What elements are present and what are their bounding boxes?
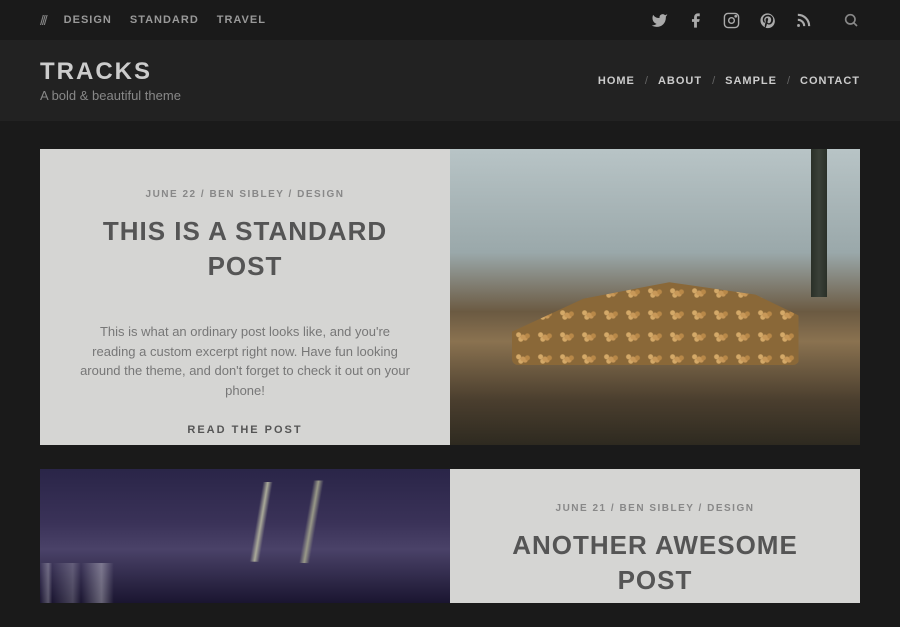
post-meta: JUNE 21 / BEN SIBLEY / DESIGN: [556, 503, 755, 514]
post-category[interactable]: DESIGN: [297, 189, 344, 200]
menu-icon[interactable]: ///: [40, 12, 46, 28]
post-text: JUNE 21 / BEN SIBLEY / DESIGN ANOTHER AW…: [450, 469, 860, 603]
post-excerpt: This is what an ordinary post looks like…: [80, 322, 410, 400]
category-link-travel[interactable]: TRAVEL: [217, 14, 266, 26]
nav-home[interactable]: HOME: [598, 75, 635, 87]
nav-about[interactable]: ABOUT: [658, 75, 702, 87]
facebook-icon[interactable]: [686, 11, 704, 29]
post-featured-image[interactable]: [40, 469, 450, 603]
meta-separator: /: [607, 503, 620, 514]
topbar-right: [650, 11, 860, 29]
meta-separator: /: [284, 189, 297, 200]
post-title[interactable]: THIS IS A STANDARD POST: [80, 214, 410, 284]
post-meta: JUNE 22 / BEN SIBLEY / DESIGN: [146, 189, 345, 200]
category-link-standard[interactable]: STANDARD: [130, 14, 199, 26]
meta-separator: /: [197, 189, 210, 200]
main-nav: HOME / ABOUT / SAMPLE / CONTACT: [598, 75, 860, 87]
post-text: JUNE 22 / BEN SIBLEY / DESIGN THIS IS A …: [40, 149, 450, 445]
pinterest-icon[interactable]: [758, 11, 776, 29]
post-title[interactable]: ANOTHER AWESOME POST: [490, 528, 820, 598]
content: JUNE 22 / BEN SIBLEY / DESIGN THIS IS A …: [0, 121, 900, 603]
site-tagline: A bold & beautiful theme: [40, 88, 181, 103]
branding: TRACKS A bold & beautiful theme: [40, 58, 181, 103]
post-author[interactable]: BEN SIBLEY: [209, 189, 284, 200]
topbar: /// DESIGN STANDARD TRAVEL: [0, 0, 900, 40]
rss-icon[interactable]: [794, 11, 812, 29]
nav-sample[interactable]: SAMPLE: [725, 75, 777, 87]
nav-separator: /: [712, 75, 715, 87]
nav-separator: /: [787, 75, 790, 87]
search-icon[interactable]: [842, 11, 860, 29]
header: TRACKS A bold & beautiful theme HOME / A…: [0, 40, 900, 121]
twitter-icon[interactable]: [650, 11, 668, 29]
post-category[interactable]: DESIGN: [707, 503, 754, 514]
post-date: JUNE 22: [146, 189, 197, 200]
topbar-categories: DESIGN STANDARD TRAVEL: [64, 14, 266, 26]
meta-separator: /: [694, 503, 707, 514]
post-featured-image[interactable]: [450, 149, 860, 445]
topbar-left: /// DESIGN STANDARD TRAVEL: [40, 12, 266, 28]
post-author[interactable]: BEN SIBLEY: [619, 503, 694, 514]
post-card: JUNE 22 / BEN SIBLEY / DESIGN THIS IS A …: [40, 149, 860, 445]
category-link-design[interactable]: DESIGN: [64, 14, 112, 26]
post-card: JUNE 21 / BEN SIBLEY / DESIGN ANOTHER AW…: [40, 469, 860, 603]
read-more-link[interactable]: READ THE POST: [187, 424, 302, 436]
post-date: JUNE 21: [556, 503, 607, 514]
nav-separator: /: [645, 75, 648, 87]
instagram-icon[interactable]: [722, 11, 740, 29]
site-title[interactable]: TRACKS: [40, 58, 181, 86]
nav-contact[interactable]: CONTACT: [800, 75, 860, 87]
